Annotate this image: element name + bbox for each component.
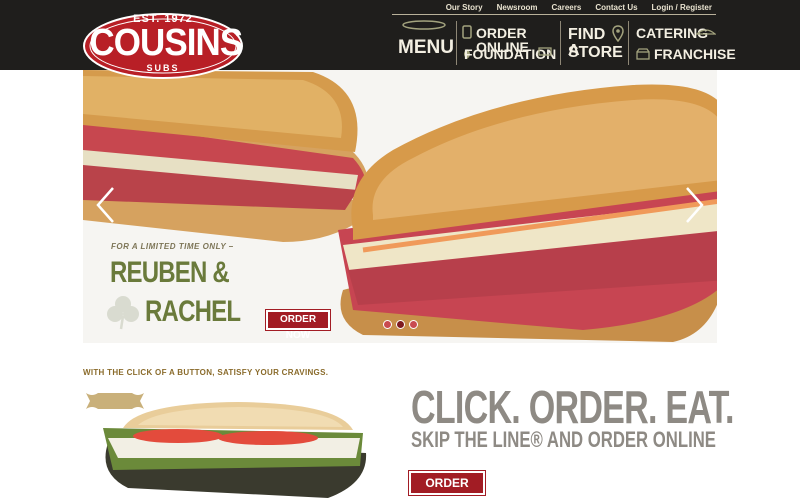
nav-franchise[interactable]: FRANCHISE <box>654 47 736 61</box>
hero-title-line2: RACHEL <box>145 295 241 328</box>
logo-sub: SUBS <box>146 63 180 73</box>
phone-icon <box>462 25 472 39</box>
nav-newsroom[interactable]: Newsroom <box>497 3 538 12</box>
prev-slide-arrow[interactable] <box>93 185 119 225</box>
hero-slider: FOR A LIMITED TIME ONLY – REUBEN & RACHE… <box>83 70 717 343</box>
nav-separator <box>456 21 457 65</box>
nav-store[interactable]: STORE <box>568 45 623 61</box>
promo-order-now-button[interactable]: ORDER NOW <box>408 470 486 500</box>
nav-separator <box>560 21 561 65</box>
slide-dot-1[interactable] <box>383 320 392 329</box>
nav-contact-us[interactable]: Contact Us <box>595 3 637 12</box>
nav-our-story[interactable]: Our Story <box>446 3 483 12</box>
truck-icon <box>538 47 552 56</box>
shamrock-icon <box>107 296 139 330</box>
slide-dot-2[interactable] <box>396 320 405 329</box>
nav-careers[interactable]: Careers <box>552 3 582 12</box>
promo-subheadline: SKIP THE LINE® AND ORDER ONLINE <box>411 427 716 452</box>
promo-headline: CLICK. ORDER. EAT. <box>411 381 734 433</box>
platter-icon <box>696 29 716 35</box>
next-slide-arrow[interactable] <box>681 185 707 225</box>
nav-menu[interactable]: MENU <box>398 38 454 57</box>
cousins-logo[interactable]: EST. 1972 COUSINS SUBS <box>83 13 243 79</box>
storefront-icon <box>636 48 650 60</box>
nav-divider <box>392 14 716 15</box>
rachel-sandwich-image <box>338 84 717 342</box>
slider-dots <box>383 320 418 329</box>
nav-login-register[interactable]: Login / Register <box>652 3 712 12</box>
hero-title-line1: REUBEN & <box>110 256 230 289</box>
nav-separator <box>628 21 629 65</box>
hero-order-now-button[interactable]: ORDER NOW <box>265 309 331 341</box>
logo-name: COUSINS <box>89 22 243 64</box>
map-pin-icon <box>612 25 624 43</box>
slide-dot-3[interactable] <box>409 320 418 329</box>
promo-tagline: WITH THE CLICK OF A BUTTON, SATISFY YOUR… <box>83 368 329 377</box>
limited-time-label: FOR A LIMITED TIME ONLY – <box>111 242 234 251</box>
sandwich-icon <box>402 20 446 30</box>
steak-sandwich-image <box>103 402 367 498</box>
utility-nav: Our Story Newsroom Careers Contact Us Lo… <box>446 3 712 12</box>
